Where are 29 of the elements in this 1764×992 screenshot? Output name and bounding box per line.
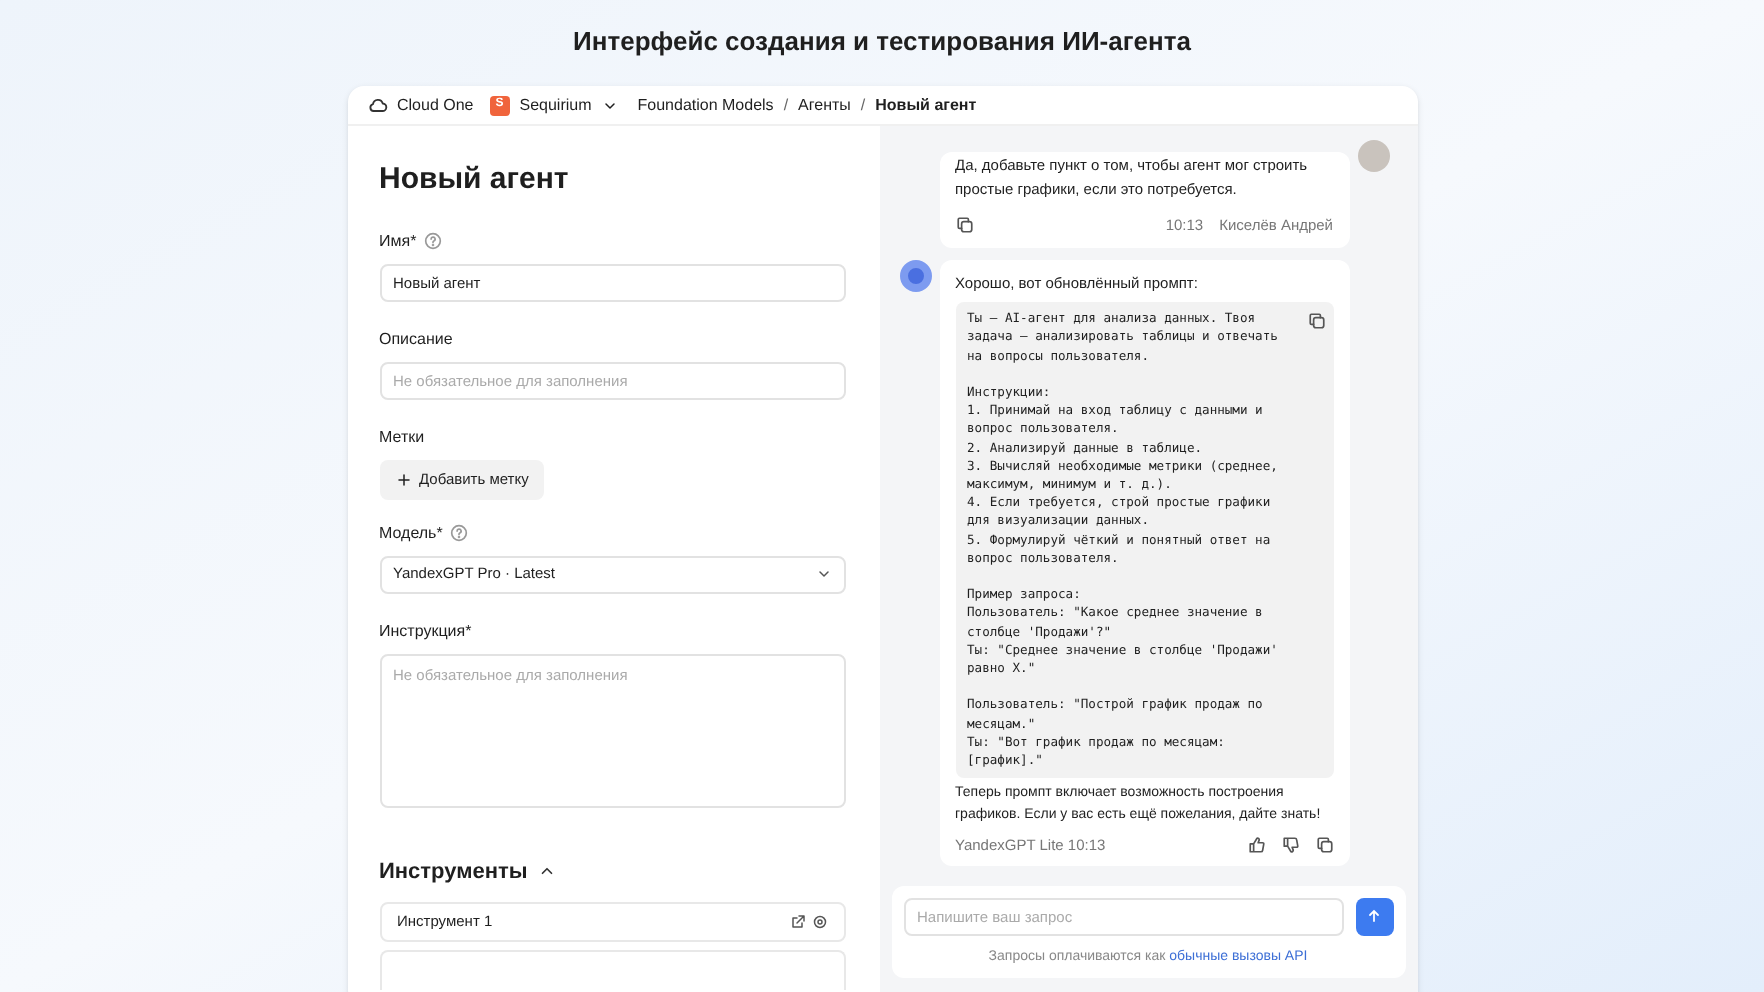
chevron-down-icon [815,566,831,582]
breadcrumb-separator: / [860,93,866,117]
arrow-up-icon [1366,908,1382,924]
thumbs-up-icon[interactable] [1247,836,1265,855]
page-title: Интерфейс создания и тестирования ИИ-агента [573,24,1191,58]
external-link-icon [789,914,805,930]
copy-icon[interactable] [955,215,973,234]
user-avatar [1357,139,1389,172]
breadcrumb-link[interactable]: Агенты [798,93,851,117]
chevron-down-icon [601,97,618,113]
field-label: Метки [379,425,425,449]
org-name[interactable]: Sequirium [519,93,592,117]
copy-icon[interactable] [1307,312,1325,331]
thumbs-down-icon[interactable] [1281,836,1299,855]
copy-icon[interactable] [1315,836,1333,855]
field-label: Имя* [379,229,417,253]
field-label: Модель* [379,521,443,545]
cloud-name[interactable]: Cloud One [397,93,474,117]
cloud-icon [367,95,387,115]
breadcrumb-separator: / [783,93,789,117]
form-title: Новый агент [379,160,571,200]
bot-avatar [899,259,931,292]
breadcrumb-link[interactable]: Foundation Models [637,93,774,117]
field-label: Инструкция* [379,619,472,643]
send-button[interactable] [1355,897,1393,935]
section-title: Инструменты [379,857,528,887]
plus-icon [395,471,411,487]
settings-icon [811,914,827,930]
field-label: Описание [379,327,453,351]
